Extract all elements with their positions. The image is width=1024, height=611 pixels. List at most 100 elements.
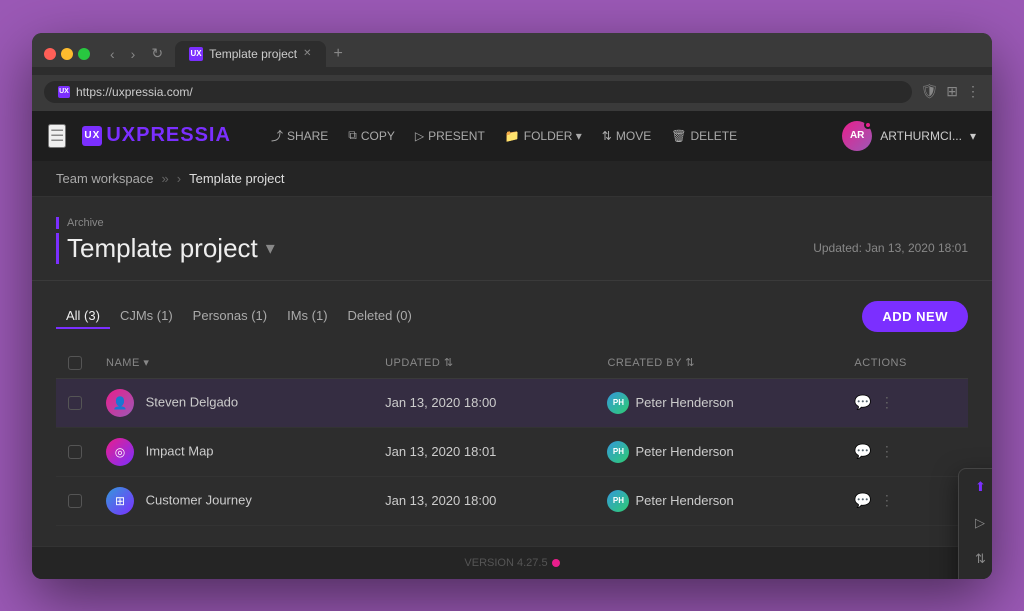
- tab-personas[interactable]: Personas (1): [183, 304, 277, 329]
- row3-action-icons: 💬 ⋮: [854, 492, 956, 509]
- row3-comment-icon[interactable]: 💬: [854, 492, 871, 509]
- avatar-initials: AR: [850, 130, 864, 141]
- context-menu: ⬆ Export ▷ Present ⇅ Move: [958, 468, 992, 579]
- back-button[interactable]: ‹: [106, 44, 119, 64]
- delete-button[interactable]: 🗑 DELETE: [663, 125, 745, 147]
- minimize-button[interactable]: [61, 48, 73, 60]
- row3-checkbox-cell: [56, 476, 94, 525]
- top-navbar: ☰ UX UXPRESSIA ⤴ SHARE ⧉ COPY ▷ PRESENT: [32, 111, 992, 161]
- row3-customer-icon: ⊞: [106, 487, 134, 515]
- tab-all-label: All (3): [66, 308, 100, 323]
- browser-icons: 🛡 ⊞ ⋮: [920, 83, 980, 100]
- row2-avatar: PH: [607, 441, 629, 463]
- breadcrumb-separator: »: [162, 171, 169, 186]
- row3-checkbox[interactable]: [68, 494, 82, 508]
- table-row[interactable]: ◎ Impact Map Jan 13, 2020 18:01 PH Pe: [56, 427, 968, 476]
- present-button[interactable]: ▷ PRESENT: [407, 125, 493, 147]
- export-icon: ⬆: [975, 479, 986, 495]
- header-created-by-col[interactable]: CREATED BY ⇅: [595, 348, 842, 379]
- archive-label: Archive: [56, 217, 968, 229]
- version-footer: VERSION 4.27.5: [32, 546, 992, 579]
- logo: UX UXPRESSIA: [82, 124, 231, 147]
- move-button[interactable]: ⇅ MOVE: [594, 125, 659, 147]
- folder-button[interactable]: 📁 FOLDER ▾: [497, 125, 590, 147]
- row2-updated: Jan 13, 2020 18:01: [385, 444, 496, 459]
- toolbar-actions: ⤴ SHARE ⧉ COPY ▷ PRESENT 📁 FOLDER ▾ ⇅: [263, 123, 745, 148]
- hamburger-menu-button[interactable]: ☰: [48, 124, 66, 148]
- project-title-text: Template project: [67, 233, 258, 264]
- row1-comment-icon[interactable]: 💬: [854, 394, 871, 411]
- context-menu-present[interactable]: ▷ Present: [959, 505, 992, 541]
- share-button[interactable]: ⤴ SHARE: [263, 123, 336, 148]
- breadcrumb-workspace[interactable]: Team workspace: [56, 171, 154, 186]
- header-name-label: NAME ▾: [106, 357, 149, 369]
- tab-deleted-label: Deleted (0): [348, 308, 412, 323]
- tab-all[interactable]: All (3): [56, 304, 110, 329]
- row3-name-cell: ⊞ Customer Journey: [94, 476, 373, 525]
- address-favicon-icon: UX: [58, 86, 70, 98]
- close-button[interactable]: [44, 48, 56, 60]
- tab-cjms-label: CJMs (1): [120, 308, 173, 323]
- tab-close-button[interactable]: ✕: [303, 48, 311, 59]
- table-row[interactable]: 👤 Steven Delgado Jan 13, 2020 18:00 PH: [56, 378, 968, 427]
- row1-created-cell: PH Peter Henderson: [595, 378, 842, 427]
- address-bar[interactable]: UX https://uxpressia.com/: [44, 81, 912, 103]
- row1-checkbox-cell: [56, 378, 94, 427]
- row1-checkbox[interactable]: [68, 396, 82, 410]
- tab-deleted[interactable]: Deleted (0): [338, 304, 422, 329]
- copy-icon: ⧉: [348, 128, 357, 143]
- row1-more-icon[interactable]: ⋮: [880, 394, 894, 411]
- tab-favicon-icon: UX: [189, 47, 203, 61]
- row2-more-icon[interactable]: ⋮: [880, 443, 894, 460]
- header-updated-col[interactable]: UPDATED ⇅: [373, 348, 595, 379]
- present-icon: ▷: [415, 129, 424, 143]
- avatar: AR: [842, 121, 872, 151]
- move-label: MOVE: [616, 129, 651, 143]
- tab-ims-label: IMs (1): [287, 308, 327, 323]
- address-bar-row: UX https://uxpressia.com/ 🛡 ⊞ ⋮: [32, 75, 992, 111]
- context-menu-delete[interactable]: 🗑 Delete: [959, 577, 992, 579]
- tab-ims[interactable]: IMs (1): [277, 304, 337, 329]
- new-tab-button[interactable]: +: [326, 41, 351, 67]
- extensions-icon[interactable]: ⊞: [946, 83, 958, 100]
- row2-checkbox-cell: [56, 427, 94, 476]
- row1-action-icons: 💬 ⋮: [854, 394, 956, 411]
- context-menu-export[interactable]: ⬆ Export: [959, 469, 992, 505]
- logo-icon: UX: [82, 126, 102, 146]
- row1-updated-cell: Jan 13, 2020 18:00: [373, 378, 595, 427]
- tab-cjms[interactable]: CJMs (1): [110, 304, 183, 329]
- row2-updated-cell: Jan 13, 2020 18:01: [373, 427, 595, 476]
- row3-name: Customer Journey: [146, 492, 252, 507]
- reload-button[interactable]: ↻: [147, 43, 167, 64]
- copy-button[interactable]: ⧉ COPY: [340, 124, 403, 147]
- select-all-checkbox[interactable]: [68, 356, 82, 370]
- share-label: SHARE: [287, 129, 328, 143]
- share-icon: ⤴: [271, 127, 283, 144]
- table-row[interactable]: ⊞ Customer Journey Jan 13, 2020 18:00 PH: [56, 476, 968, 525]
- address-text: https://uxpressia.com/: [76, 85, 193, 99]
- row2-checkbox[interactable]: [68, 445, 82, 459]
- tab-title: Template project: [209, 47, 297, 61]
- active-tab[interactable]: UX Template project ✕: [175, 41, 325, 67]
- menu-icon[interactable]: ⋮: [966, 83, 980, 100]
- context-menu-move[interactable]: ⇅ Move: [959, 541, 992, 577]
- row2-comment-icon[interactable]: 💬: [854, 443, 871, 460]
- delete-icon: 🗑: [671, 129, 686, 143]
- header-name-col[interactable]: NAME ▾: [94, 348, 373, 379]
- folder-icon: 📁: [505, 129, 520, 143]
- main-content: Archive Template project ▾ Updated: Jan …: [32, 197, 992, 546]
- row3-more-icon[interactable]: ⋮: [880, 492, 894, 509]
- user-info[interactable]: AR ARTHURMCI... ▾: [842, 121, 976, 151]
- row3-updated-cell: Jan 13, 2020 18:00: [373, 476, 595, 525]
- row1-name: Steven Delgado: [146, 394, 239, 409]
- add-new-button[interactable]: ADD NEW: [862, 301, 968, 332]
- row2-created-cell: PH Peter Henderson: [595, 427, 842, 476]
- maximize-button[interactable]: [78, 48, 90, 60]
- header-checkbox-col: [56, 348, 94, 379]
- delete-label: DELETE: [690, 129, 737, 143]
- project-title-chevron-icon[interactable]: ▾: [266, 238, 275, 259]
- content-area: All (3) CJMs (1) Personas (1) IMs (1) De: [32, 281, 992, 546]
- tab-bar: UX Template project ✕ +: [175, 41, 351, 67]
- project-title: Template project ▾: [56, 233, 275, 264]
- forward-button[interactable]: ›: [127, 44, 140, 64]
